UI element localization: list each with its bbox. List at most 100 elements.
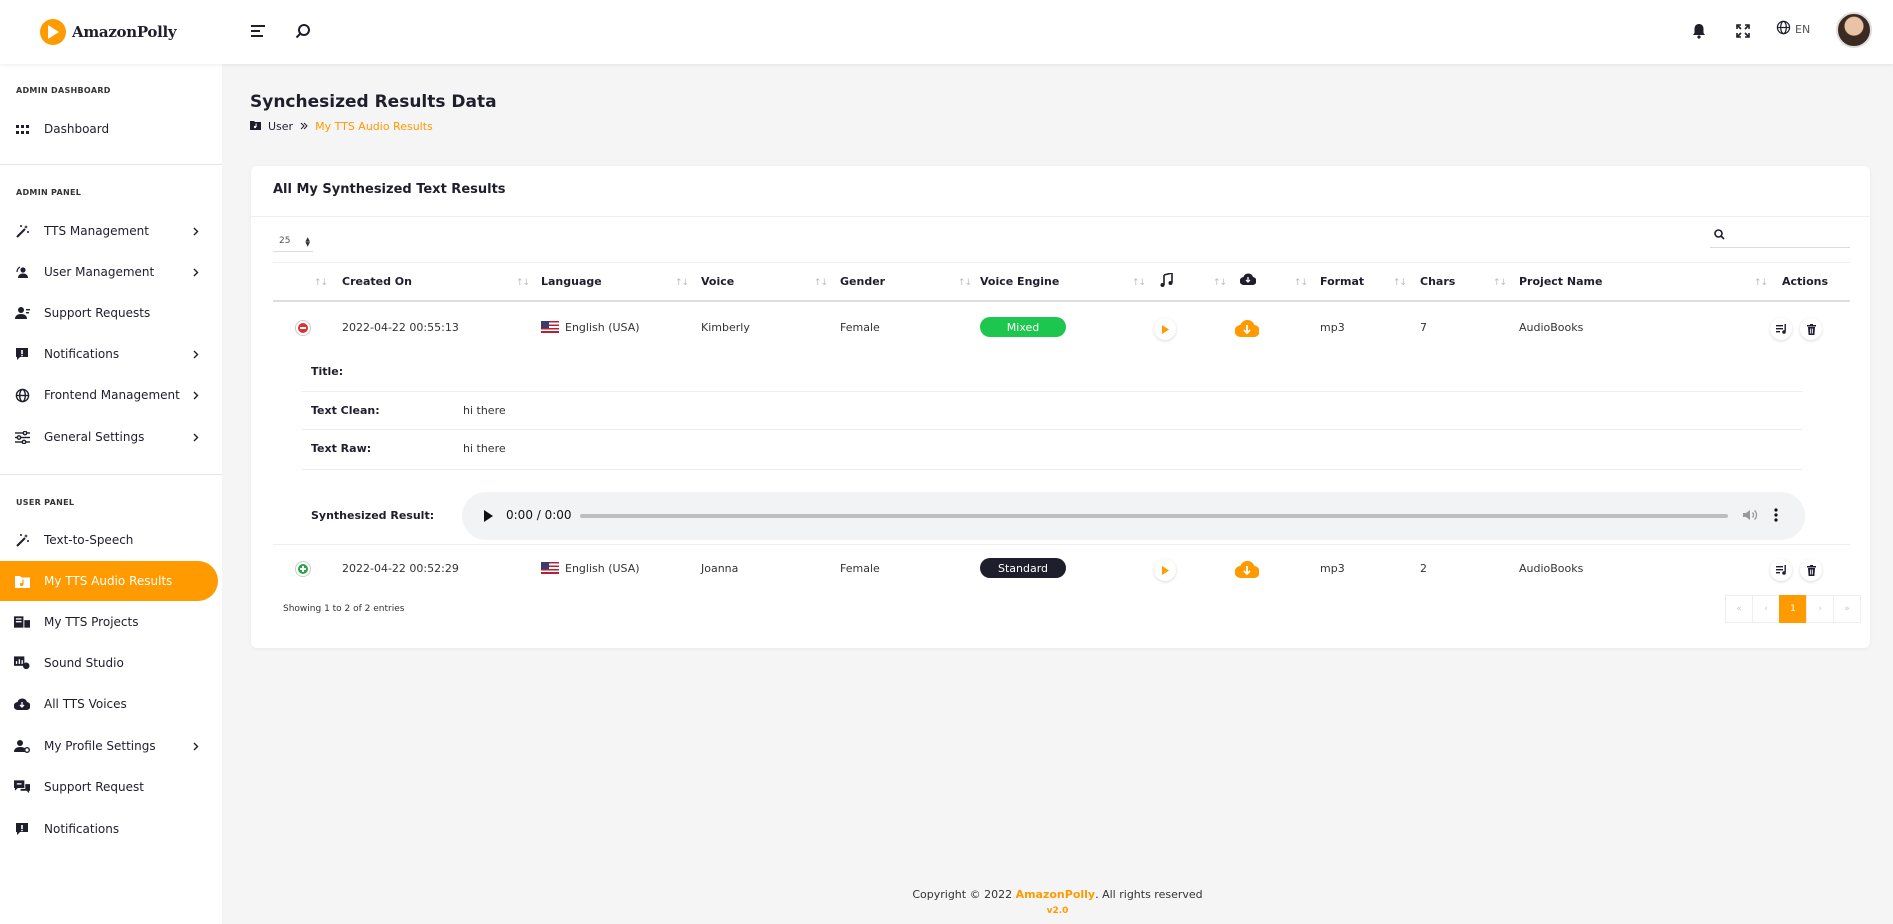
sidebar-item-support-request[interactable]: Support Request bbox=[0, 767, 222, 807]
globe-icon bbox=[1776, 20, 1791, 38]
sidebar-item-notifications-user[interactable]: Notifications bbox=[0, 809, 222, 849]
bell-icon[interactable] bbox=[1686, 18, 1712, 44]
sidebar-item-sound-studio[interactable]: Sound Studio bbox=[0, 643, 222, 683]
menu-icon[interactable] bbox=[245, 18, 271, 44]
th-language[interactable]: Language bbox=[541, 275, 602, 288]
th-project-name[interactable]: Project Name bbox=[1519, 275, 1602, 288]
sort-icon[interactable]: ↑↓ bbox=[1493, 278, 1507, 288]
sidebar: ADMIN DASHBOARD Dashboard ADMIN PANEL TT… bbox=[0, 64, 222, 924]
sort-icon[interactable]: ↑↓ bbox=[814, 278, 828, 288]
search-icon[interactable] bbox=[290, 18, 316, 44]
detail-text-raw-label: Text Raw: bbox=[311, 442, 372, 455]
footer-brand-link[interactable]: AmazonPolly bbox=[1016, 888, 1096, 901]
breadcrumb: User My TTS Audio Results bbox=[250, 120, 433, 133]
play-audio-button[interactable] bbox=[1154, 318, 1176, 340]
download-cloud-icon[interactable] bbox=[1235, 558, 1259, 580]
expand-row-icon[interactable] bbox=[296, 562, 310, 576]
play-audio-button[interactable] bbox=[1154, 559, 1176, 581]
th-created-on[interactable]: Created On bbox=[342, 275, 412, 288]
chevron-right-icon bbox=[190, 266, 202, 278]
breadcrumb-parent[interactable]: User bbox=[268, 120, 293, 133]
sidebar-item-dashboard[interactable]: Dashboard bbox=[0, 109, 222, 149]
breadcrumb-separator-icon bbox=[300, 120, 308, 133]
playlist-icon bbox=[1775, 324, 1786, 334]
cell-chars: 2 bbox=[1420, 562, 1427, 575]
cloud-download-header-icon[interactable] bbox=[1239, 273, 1257, 288]
section-title-admin-panel: ADMIN PANEL bbox=[16, 188, 82, 197]
sidebar-item-my-tts-audio-results[interactable]: My TTS Audio Results bbox=[0, 561, 218, 601]
th-format[interactable]: Format bbox=[1320, 275, 1364, 288]
cell-language: English (USA) bbox=[541, 321, 640, 334]
sidebar-item-text-to-speech[interactable]: Text-to-Speech bbox=[0, 520, 222, 560]
language-text: English (USA) bbox=[565, 562, 640, 575]
sort-icon[interactable]: ↑↓ bbox=[675, 278, 689, 288]
th-chars[interactable]: Chars bbox=[1420, 275, 1455, 288]
collapse-row-icon[interactable] bbox=[296, 321, 310, 335]
detail-text-clean-value: hi there bbox=[463, 404, 506, 417]
page-length-select[interactable]: 25 ▲ ▼ bbox=[273, 230, 313, 252]
detail-text-clean-row: Text Clean: hi there bbox=[301, 392, 1803, 430]
cell-voice: Kimberly bbox=[701, 321, 750, 334]
sort-icon[interactable]: ↑↓ bbox=[1294, 278, 1308, 288]
sidebar-item-user-management[interactable]: User Management bbox=[0, 252, 222, 292]
first-page-button[interactable]: « bbox=[1725, 595, 1753, 623]
th-voice-engine[interactable]: Voice Engine bbox=[980, 275, 1059, 288]
sidebar-item-notifications-admin[interactable]: Notifications bbox=[0, 334, 222, 374]
delete-result-button[interactable] bbox=[1800, 318, 1822, 340]
sidebar-item-my-profile-settings[interactable]: My Profile Settings bbox=[0, 726, 222, 766]
sidebar-item-general-settings[interactable]: General Settings bbox=[0, 417, 222, 457]
sidebar-item-my-tts-projects[interactable]: My TTS Projects bbox=[0, 602, 222, 642]
studio-icon bbox=[14, 655, 30, 671]
table-search-input[interactable] bbox=[1710, 222, 1850, 248]
last-page-button[interactable]: » bbox=[1833, 595, 1861, 623]
footer-suffix: . All rights reserved bbox=[1095, 888, 1203, 901]
engine-badge: Mixed bbox=[980, 317, 1066, 337]
cell-format: mp3 bbox=[1320, 321, 1345, 334]
music-note-icon[interactable] bbox=[1160, 271, 1173, 290]
section-title-admin-dashboard: ADMIN DASHBOARD bbox=[16, 86, 111, 95]
sidebar-item-all-tts-voices[interactable]: All TTS Voices bbox=[0, 684, 222, 724]
view-result-button[interactable] bbox=[1770, 318, 1792, 340]
sort-icon[interactable]: ↑↓ bbox=[1213, 278, 1227, 288]
chevron-right-icon bbox=[190, 431, 202, 443]
logo[interactable]: AmazonPolly bbox=[40, 17, 177, 47]
fullscreen-icon[interactable] bbox=[1730, 18, 1756, 44]
trash-icon bbox=[1806, 564, 1816, 576]
results-card: All My Synthesized Text Results 25 ▲ ▼ ↑↓… bbox=[251, 166, 1870, 648]
engine-badge: Standard bbox=[980, 558, 1066, 578]
sidebar-item-tts-management[interactable]: TTS Management bbox=[0, 211, 222, 251]
page-title: Synchesized Results Data bbox=[250, 92, 497, 112]
language-switcher[interactable]: EN bbox=[1776, 20, 1810, 38]
sort-icon[interactable]: ↑↓ bbox=[516, 278, 530, 288]
projects-icon bbox=[14, 614, 30, 630]
user-management-icon bbox=[14, 264, 30, 280]
next-page-button[interactable]: › bbox=[1806, 595, 1834, 623]
play-icon[interactable] bbox=[484, 510, 493, 522]
sort-icon[interactable]: ↑↓ bbox=[1132, 278, 1146, 288]
delete-result-button[interactable] bbox=[1800, 559, 1822, 581]
avatar[interactable] bbox=[1836, 12, 1872, 48]
sidebar-item-frontend-management[interactable]: Frontend Management bbox=[0, 375, 222, 415]
footer-version: v2.0 bbox=[1046, 906, 1069, 916]
audio-progress-bar[interactable] bbox=[580, 514, 1728, 518]
th-gender[interactable]: Gender bbox=[840, 275, 885, 288]
download-cloud-icon[interactable] bbox=[1235, 317, 1259, 339]
th-voice[interactable]: Voice bbox=[701, 275, 734, 288]
trash-icon bbox=[1806, 323, 1816, 335]
cell-created-on: 2022-04-22 00:52:29 bbox=[342, 562, 459, 575]
sort-icon[interactable]: ↑↓ bbox=[1393, 278, 1407, 288]
view-result-button[interactable] bbox=[1770, 559, 1792, 581]
top-navbar: AmazonPolly EN bbox=[0, 0, 1893, 64]
chevron-right-icon bbox=[190, 348, 202, 360]
prev-page-button[interactable]: ‹ bbox=[1752, 595, 1780, 623]
sort-icon[interactable]: ↑↓ bbox=[958, 278, 972, 288]
sidebar-item-support-requests[interactable]: Support Requests bbox=[0, 293, 222, 333]
more-options-icon[interactable] bbox=[1774, 507, 1778, 527]
sort-icon[interactable]: ↑↓ bbox=[1754, 278, 1768, 288]
chevron-right-icon bbox=[190, 225, 202, 237]
alert-message-icon bbox=[14, 821, 30, 837]
volume-icon[interactable] bbox=[1742, 507, 1758, 527]
page-1-button[interactable]: 1 bbox=[1779, 595, 1807, 623]
sort-icon[interactable]: ↑↓ bbox=[314, 278, 328, 288]
cell-project-name: AudioBooks bbox=[1519, 562, 1584, 575]
